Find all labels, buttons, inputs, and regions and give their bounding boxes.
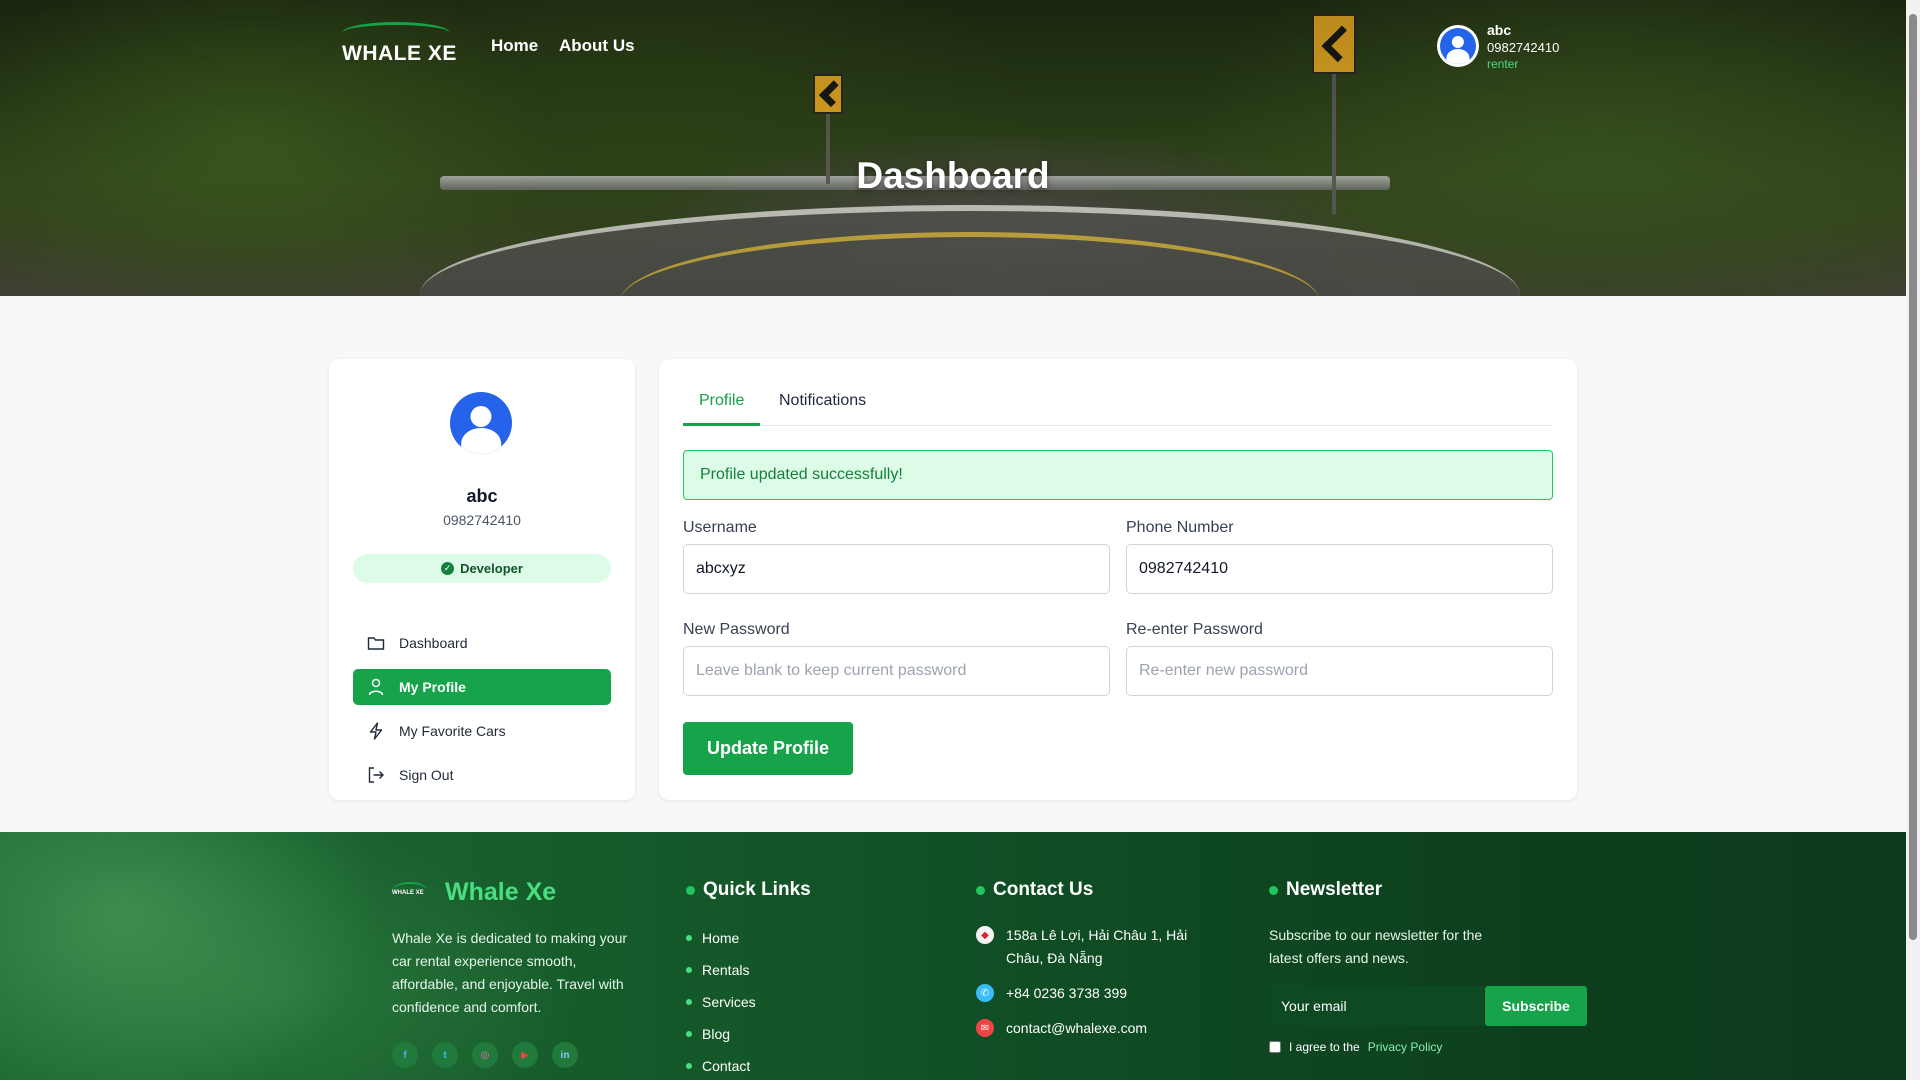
instagram-icon[interactable]: ◎ [472,1042,498,1068]
agree-text: I agree to the [1289,1040,1360,1054]
profile-sidebar: abc 0982742410 ✓ Developer Dashboard My … [329,359,635,800]
subscribe-button[interactable]: Subscribe [1485,986,1587,1026]
phone-field[interactable] [1126,544,1553,594]
lightning-icon [367,722,385,740]
newsletter-title: Newsletter [1269,879,1382,901]
update-profile-button[interactable]: Update Profile [683,722,853,775]
contact-info: ◆ 158a Lê Lợi, Hải Châu 1, Hải Châu, Đà … [976,924,1206,1052]
reenter-password-field[interactable] [1126,646,1553,696]
sidebar-item-dashboard[interactable]: Dashboard [353,625,611,661]
newsletter-text: Subscribe to our newsletter for the late… [1269,927,1483,966]
hero-banner: WHALE XE Home About Us abc 0982742410 re… [0,0,1906,296]
nav-about-link[interactable]: About Us [559,36,635,56]
scrollbar-thumb[interactable] [1909,14,1917,940]
social-links: f t ◎ ▶ in [392,1042,578,1068]
footer-brand-name: Whale Xe [445,878,557,906]
tab-notifications[interactable]: Notifications [763,386,882,426]
role-badge: ✓ Developer [353,554,611,583]
folder-icon [367,634,385,652]
quick-links-title: Quick Links [686,879,811,901]
phone-icon: ✆ [976,984,994,1002]
hero-overlay [0,0,1906,296]
sidebar-item-favorite-cars[interactable]: My Favorite Cars [353,713,611,749]
reenter-password-label: Re-enter Password [1126,621,1263,638]
footer-link-rentals[interactable]: Rentals [686,954,756,986]
contact-email[interactable]: contact@whalexe.com [1006,1017,1147,1040]
footer-link-home[interactable]: Home [686,922,756,954]
sign-out-icon [367,766,385,784]
username-label: Username [683,519,757,536]
new-password-label: New Password [683,621,790,638]
privacy-policy-link[interactable]: Privacy Policy [1368,1040,1443,1054]
new-password-field[interactable] [683,646,1110,696]
success-alert: Profile updated successfully! [683,450,1553,500]
map-pin-icon: ◆ [976,926,994,944]
twitter-icon[interactable]: t [432,1042,458,1068]
footer-about-text: Whale Xe is dedicated to making your car… [392,930,628,1015]
newsletter-heading: Newsletter [1286,879,1383,900]
site-logo[interactable]: WHALE XE [342,22,456,65]
sidebar-menu: Dashboard My Profile My Favorite Cars Si… [353,625,611,801]
contact-heading: Contact Us [993,879,1094,900]
nav-home-link[interactable]: Home [491,36,538,56]
contact-address: 158a Lê Lợi, Hải Châu 1, Hải Châu, Đà Nẵ… [1006,927,1188,966]
avatar[interactable] [1437,25,1479,67]
youtube-icon[interactable]: ▶ [512,1042,538,1068]
check-circle-icon: ✓ [441,562,455,575]
phone-label: Phone Number [1126,519,1234,536]
contact-email-row: ✉ contact@whalexe.com [976,1017,1206,1040]
user-name: abc [1487,22,1512,38]
logo-text: WHALE XE [342,42,457,65]
newsletter-email-input[interactable] [1269,986,1484,1026]
profile-phone: 0982742410 [443,512,521,528]
footer-link-blog[interactable]: Blog [686,1018,756,1050]
role-badge-label: Developer [460,561,523,576]
profile-name: abc [466,486,498,506]
footer-link-contact[interactable]: Contact [686,1050,756,1080]
contact-title: Contact Us [976,879,1093,901]
contact-phone-row: ✆ +84 0236 3738 399 [976,982,1206,1005]
footer-link-services[interactable]: Services [686,986,756,1018]
page-title: Dashboard [856,155,1050,196]
user-role: renter [1487,57,1519,71]
profile-avatar-icon [450,392,512,454]
username-field[interactable] [683,544,1110,594]
bullet-dot-icon [1269,885,1278,895]
privacy-agreement: I agree to the Privacy Policy [1269,1040,1442,1054]
user-phone: 0982742410 [1487,40,1560,55]
contact-address-row: ◆ 158a Lê Lợi, Hải Châu 1, Hải Châu, Đà … [976,924,1206,970]
sidebar-item-label: Sign Out [399,767,454,783]
logo-swoosh-icon [342,22,450,44]
linkedin-icon[interactable]: in [552,1042,578,1068]
user-avatar-icon [1440,28,1476,64]
sidebar-item-my-profile[interactable]: My Profile [353,669,611,705]
sidebar-item-sign-out[interactable]: Sign Out [353,757,611,793]
sidebar-item-label: My Profile [399,679,466,695]
facebook-icon[interactable]: f [392,1042,418,1068]
quick-links-heading: Quick Links [703,879,811,900]
profile-panel: Profile Notifications Profile updated su… [659,359,1577,800]
sidebar-item-label: Dashboard [399,635,468,651]
sidebar-item-label: My Favorite Cars [399,723,506,739]
mail-icon: ✉ [976,1019,994,1037]
bullet-dot-icon [686,885,695,895]
user-icon [367,678,385,696]
contact-phone[interactable]: +84 0236 3738 399 [1006,982,1127,1005]
privacy-checkbox[interactable] [1269,1041,1281,1053]
profile-tabs: Profile Notifications [683,386,1553,426]
bullet-dot-icon [976,885,985,895]
footer-logo-text: WHALE XE [392,890,424,896]
tab-profile[interactable]: Profile [683,386,761,426]
quick-links-list: Home Rentals Services Blog Contact [686,922,756,1080]
page-scrollbar[interactable] [1906,0,1920,1080]
site-footer: WHALE XE Whale Xe Whale Xe is dedicated … [0,832,1906,1080]
